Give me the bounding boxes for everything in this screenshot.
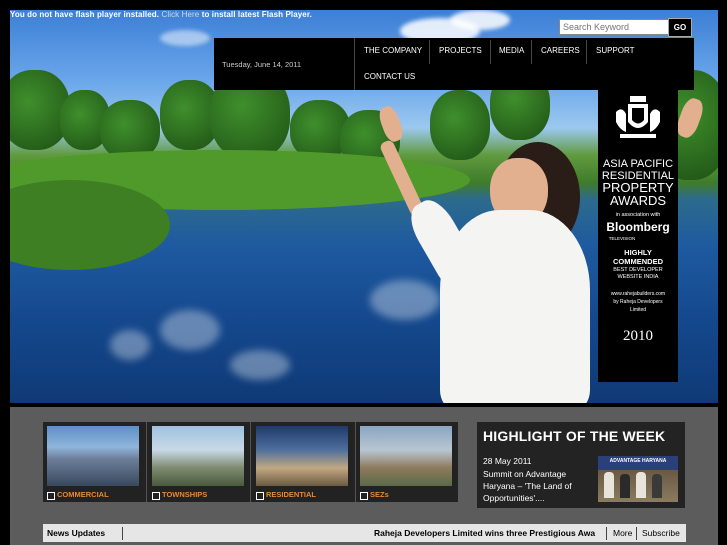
project-commercial-label[interactable]: COMMERCIAL — [57, 490, 109, 499]
nav-item-careers[interactable]: CAREERS — [541, 46, 580, 55]
news-updates-title: News Updates — [47, 528, 106, 538]
nav-divider — [354, 38, 355, 90]
news-subscribe-link[interactable]: Subscribe — [642, 528, 680, 538]
news-divider — [122, 527, 123, 540]
bullet-icon — [360, 492, 368, 500]
nav-item-media[interactable]: MEDIA — [499, 46, 524, 55]
project-townships-label[interactable]: TOWNSHIPS — [162, 490, 207, 499]
award-ltd: Limited — [629, 307, 647, 313]
search-input[interactable] — [559, 19, 671, 35]
award-by: by Raheja Developers — [613, 299, 663, 305]
award-site: www.rahejabuilders.com — [610, 291, 666, 297]
flash-install-link[interactable]: Click Here — [161, 10, 199, 19]
highlight-image-banner: ADVANTAGE HARYANA — [609, 458, 667, 464]
project-townships-image[interactable] — [152, 426, 244, 486]
thumb-divider — [250, 422, 251, 502]
project-residential-label[interactable]: RESIDENTIAL — [266, 490, 316, 499]
bullet-icon — [256, 492, 264, 500]
news-ticker[interactable]: Raheja Developers Limited wins three Pre… — [374, 528, 600, 538]
highlight-date: 28 May 2011 — [483, 456, 532, 466]
award-commended: COMMENDED — [613, 257, 663, 266]
award-association: in association with — [615, 212, 661, 218]
nav-item-projects[interactable]: PROJECTS — [439, 46, 482, 55]
search-go-button[interactable]: GO — [668, 18, 692, 37]
award-ribbon-tail — [598, 360, 678, 382]
thumb-divider — [355, 422, 356, 502]
bullet-icon — [152, 492, 160, 500]
project-sezs-label[interactable]: SEZs — [370, 490, 389, 499]
project-residential-image[interactable] — [256, 426, 348, 486]
flash-notice: You do not have flash player installed. … — [10, 10, 312, 19]
project-commercial-image[interactable] — [47, 426, 139, 486]
award-line-4: AWARDS — [609, 193, 667, 208]
award-year: 2010 — [623, 328, 653, 344]
nav-item-support[interactable]: SUPPORT — [596, 46, 635, 55]
nav-separator — [490, 40, 491, 64]
project-sezs-image[interactable] — [360, 426, 452, 486]
current-date: Tuesday, June 14, 2011 — [222, 60, 302, 69]
award-line-1: ASIA PACIFIC — [602, 158, 674, 170]
news-divider — [636, 527, 637, 540]
award-website-india: WEBSITE INDIA — [617, 274, 659, 280]
news-divider — [606, 527, 607, 540]
nav-item-the-company[interactable]: THE COMPANY — [364, 46, 422, 55]
nav-separator — [586, 40, 587, 64]
award-highly: HIGHLY — [624, 248, 652, 257]
news-more-link[interactable]: More — [613, 528, 632, 538]
highlight-text[interactable]: Summit on Advantage Haryana – 'The Land … — [483, 468, 593, 504]
nav-item-contact-us[interactable]: CONTACT US — [364, 72, 415, 81]
highlight-image[interactable]: ADVANTAGE HARYANA — [598, 456, 678, 502]
award-best-developer: BEST DEVELOPER — [613, 267, 663, 273]
bullet-icon — [47, 492, 55, 500]
flash-notice-tail: to install latest Flash Player. — [201, 10, 312, 19]
nav-separator — [429, 40, 430, 64]
thumb-divider — [146, 422, 147, 502]
bloomberg-sub: TELEVISION — [608, 236, 636, 241]
highlight-title: HIGHLIGHT OF THE WEEK — [483, 428, 666, 444]
bloomberg-logo: Bloomberg — [606, 220, 670, 234]
flash-notice-text: You do not have flash player installed. — [10, 10, 160, 19]
crest-icon — [616, 96, 660, 138]
nav-separator — [531, 40, 532, 64]
